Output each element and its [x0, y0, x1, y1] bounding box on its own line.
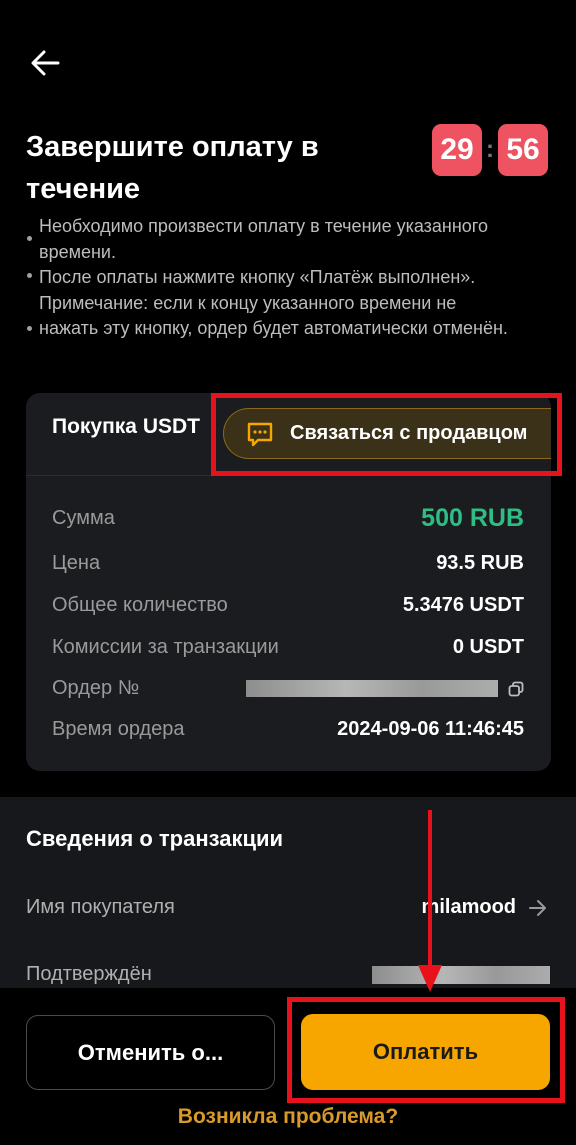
- divider: [26, 475, 551, 476]
- row-order-number: Ордер №: [52, 677, 524, 700]
- problem-link[interactable]: Возникла проблема?: [0, 1105, 576, 1129]
- bullet: [22, 316, 39, 342]
- cancel-order-button[interactable]: Отменить о...: [26, 1015, 275, 1090]
- transaction-title: Сведения о транзакции: [26, 826, 284, 851]
- buyer-row[interactable]: Имя покупателя milamood: [26, 896, 548, 919]
- arrow-right-icon: [529, 899, 546, 916]
- row-order-time: Время ордера 2024-09-06 11:46:45: [52, 718, 524, 740]
- confirmed-redacted: [372, 965, 550, 984]
- row-fees: Комиссии за транзакции 0 USDT: [52, 636, 524, 658]
- contact-seller-button[interactable]: Связаться с продавцом: [223, 408, 551, 459]
- confirmed-row: Подтверждён: [26, 963, 550, 986]
- bullet: [22, 265, 39, 316]
- row-price: Цена 93.5 RUB: [52, 552, 524, 574]
- timer-separator: :: [486, 136, 494, 163]
- pay-button[interactable]: Оплатить: [301, 1014, 550, 1090]
- copy-icon[interactable]: [508, 681, 524, 697]
- page-title: Завершите оплату в течение: [26, 131, 319, 205]
- note-item: Необходимо произвести оплату в течение у…: [22, 214, 542, 265]
- order-card-title: Покупка USDT: [52, 415, 200, 438]
- bullet: [22, 214, 39, 265]
- order-number-redacted: [246, 680, 498, 697]
- payment-notes: Необходимо произвести оплату в течение у…: [22, 214, 542, 342]
- chat-icon: [247, 422, 273, 446]
- contact-seller-label: Связаться с продавцом: [290, 422, 528, 444]
- annotation-arrow-down-icon: [418, 810, 442, 992]
- note-item: нажать эту кнопку, ордер будет автоматич…: [22, 316, 542, 342]
- arrow-left-icon: [31, 50, 60, 76]
- row-total-quantity: Общее количество 5.3476 USDT: [52, 594, 524, 616]
- timer-minutes: 29: [432, 124, 482, 176]
- note-item: После оплаты нажмите кнопку «Платёж выпо…: [22, 265, 542, 316]
- timer-seconds: 56: [498, 124, 548, 176]
- row-amount: Сумма 500 RUB: [52, 504, 524, 532]
- countdown-timer: 29 : 56: [432, 124, 548, 176]
- order-card: Покупка USDT Связаться с продавцом Сумма…: [26, 393, 551, 771]
- back-button[interactable]: [26, 44, 64, 82]
- amount-value: 500 RUB: [421, 504, 524, 532]
